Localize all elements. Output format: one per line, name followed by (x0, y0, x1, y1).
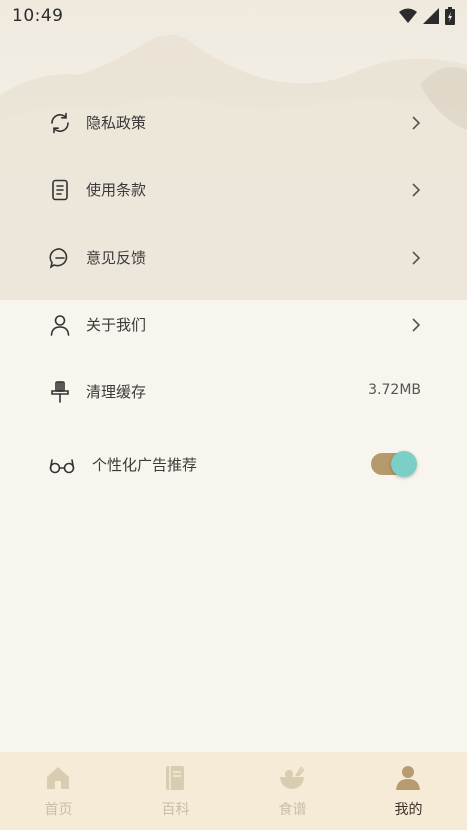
menu-item-label: 隐私政策 (86, 114, 147, 132)
tab-home[interactable]: 首页 (0, 752, 117, 830)
menu-item-label: 清理缓存 (86, 383, 147, 401)
menu-item-privacy-policy[interactable]: 隐私政策 (0, 93, 467, 153)
menu-item-label: 意见反馈 (86, 249, 147, 267)
menu-item-label: 关于我们 (86, 316, 147, 334)
toggle-knob (391, 451, 417, 477)
menu-item-terms-of-use[interactable]: 使用条款 (0, 160, 467, 220)
signal-icon (423, 8, 439, 24)
wifi-icon (399, 8, 417, 23)
tab-label: 我的 (394, 802, 423, 818)
tab-label: 食谱 (278, 802, 307, 818)
chat-bubble-icon (49, 248, 68, 269)
menu-item-clear-cache[interactable]: 清理缓存 3.72MB (0, 362, 467, 422)
menu-item-about-us[interactable]: 关于我们 (0, 295, 467, 355)
bowl-icon (280, 766, 305, 789)
glasses-icon (49, 459, 75, 474)
cache-size-value: 3.72MB (368, 382, 421, 398)
menu-item-feedback[interactable]: 意见反馈 (0, 228, 467, 288)
chevron-right-icon (412, 183, 421, 197)
tab-mine[interactable]: 我的 (350, 752, 467, 830)
home-icon (47, 767, 69, 789)
document-icon (52, 179, 68, 201)
status-time: 10:49 (12, 6, 64, 26)
user-icon (50, 315, 70, 336)
chevron-right-icon (412, 116, 421, 130)
profile-icon (396, 766, 420, 790)
menu-item-personalized-ads: 个性化广告推荐 (0, 435, 467, 495)
chevron-right-icon (412, 251, 421, 265)
tab-label: 百科 (161, 802, 190, 818)
broom-icon (51, 381, 69, 403)
refresh-cycle-icon (51, 112, 69, 134)
menu-item-label: 使用条款 (86, 181, 147, 199)
battery-icon (445, 7, 455, 25)
tab-recipes[interactable]: 食谱 (234, 752, 351, 830)
book-icon (166, 766, 184, 790)
menu-item-label: 个性化广告推荐 (92, 456, 198, 474)
bottom-tab-bar: 首页 百科 食谱 我的 (0, 752, 467, 830)
personalized-ads-toggle[interactable] (371, 451, 417, 477)
status-icons (399, 7, 455, 25)
chevron-right-icon (412, 318, 421, 332)
status-bar: 10:49 (0, 0, 467, 32)
tab-encyclopedia[interactable]: 百科 (117, 752, 234, 830)
tab-label: 首页 (44, 802, 73, 818)
